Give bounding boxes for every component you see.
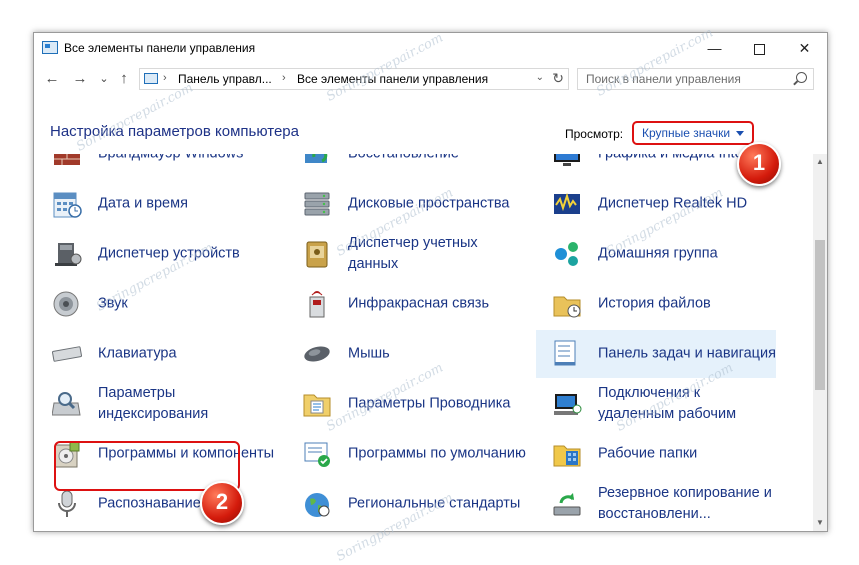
item-mouse[interactable]: Мышь bbox=[286, 330, 526, 378]
maximize-button[interactable] bbox=[737, 33, 782, 63]
item-label: Панель задач и навигация bbox=[598, 345, 776, 362]
item-label: Параметры индексирования bbox=[98, 385, 209, 422]
region-icon bbox=[305, 493, 330, 517]
item-taskbar[interactable]: Панель задач и навигация bbox=[536, 330, 776, 378]
mouse-icon bbox=[304, 346, 330, 362]
item-firewall[interactable]: Брандмауэр Windows bbox=[36, 154, 276, 178]
vertical-scrollbar[interactable]: ▲ ▼ bbox=[813, 154, 827, 531]
item-recovery[interactable]: Восстановление bbox=[286, 154, 526, 178]
device-manager-icon bbox=[55, 243, 82, 266]
sound-icon bbox=[53, 291, 79, 317]
infrared-icon bbox=[309, 291, 325, 318]
item-label: Распознавание речи bbox=[98, 495, 237, 512]
window-title: Все элементы панели управления bbox=[64, 41, 256, 55]
item-label: Резервное копирование и восстановлени... bbox=[598, 485, 772, 522]
item-label: Клавиатура bbox=[98, 345, 177, 362]
step-badge-2: 2 bbox=[200, 481, 244, 525]
forward-button[interactable]: → bbox=[70, 69, 90, 89]
up-button[interactable]: ↑ bbox=[114, 69, 134, 89]
item-label: Восстановление bbox=[348, 154, 526, 165]
firewall-icon bbox=[54, 154, 80, 165]
file-history-icon bbox=[553, 296, 581, 318]
default-programs-icon bbox=[304, 442, 330, 467]
backup-restore-icon bbox=[553, 493, 581, 516]
view-by-value: Крупные значки bbox=[642, 126, 731, 140]
view-by-label: Просмотр: bbox=[565, 127, 624, 141]
date-time-icon bbox=[53, 192, 82, 218]
close-button[interactable]: ✕ bbox=[782, 33, 827, 63]
keyboard-icon bbox=[52, 346, 82, 362]
item-label: Брандмауэр Windows bbox=[98, 154, 276, 165]
item-default-programs[interactable]: Программы по умолчанию bbox=[286, 430, 526, 478]
item-work-folders[interactable]: Рабочие папки bbox=[536, 430, 776, 478]
item-indexing[interactable]: Параметры индексирования bbox=[36, 380, 276, 428]
credential-manager-icon bbox=[306, 241, 328, 268]
remote-desktop-icon bbox=[554, 394, 582, 415]
item-infrared[interactable]: Инфракрасная связь bbox=[286, 280, 526, 328]
scroll-up-button[interactable]: ▲ bbox=[813, 154, 827, 170]
work-folders-icon bbox=[553, 445, 581, 467]
explorer-options-icon bbox=[303, 394, 331, 417]
view-by-dropdown[interactable]: Крупные значки bbox=[632, 121, 755, 145]
item-label: Инфракрасная связь bbox=[348, 295, 490, 312]
intel-graphics-icon bbox=[554, 154, 580, 166]
maximize-icon bbox=[754, 43, 765, 55]
item-label: Рабочие папки bbox=[598, 445, 698, 462]
refresh-button[interactable]: ↻ bbox=[552, 70, 564, 87]
step-badge-1: 1 bbox=[737, 142, 781, 186]
back-button[interactable]: ← bbox=[42, 69, 62, 89]
recovery-icon bbox=[305, 154, 328, 163]
item-keyboard[interactable]: Клавиатура bbox=[36, 330, 276, 378]
search-icon[interactable] bbox=[796, 72, 807, 83]
indexing-icon bbox=[52, 392, 81, 416]
item-sound[interactable]: Звук bbox=[36, 280, 276, 328]
item-label: История файлов bbox=[598, 295, 711, 312]
address-dropdown-button[interactable]: ⌄ bbox=[536, 72, 544, 83]
control-panel-icon bbox=[42, 41, 58, 54]
item-backup-restore[interactable]: Резервное копирование и восстановлени... bbox=[536, 480, 776, 528]
item-label: Программы по умолчанию bbox=[348, 445, 526, 462]
item-date-time[interactable]: Дата и время bbox=[36, 180, 276, 228]
item-credential-manager[interactable]: Диспетчер учетных данных bbox=[286, 230, 526, 278]
item-homegroup[interactable]: Домашняя группа bbox=[536, 230, 776, 278]
navigation-bar: ← → ⌄ ↑ › Панель управл... › Все элемент… bbox=[34, 63, 827, 96]
storage-spaces-icon bbox=[304, 192, 330, 216]
realtek-icon bbox=[554, 192, 580, 214]
scroll-down-button[interactable]: ▼ bbox=[813, 515, 827, 531]
item-file-history[interactable]: История файлов bbox=[536, 280, 776, 328]
breadcrumb-separator: › bbox=[282, 72, 286, 84]
address-control-panel-icon bbox=[144, 73, 158, 84]
breadcrumb-all-items[interactable]: Все элементы панели управления bbox=[297, 72, 488, 86]
scrollbar-thumb[interactable] bbox=[815, 240, 825, 390]
breadcrumb-control-panel[interactable]: Панель управл... bbox=[178, 72, 272, 86]
recent-locations-button[interactable]: ⌄ bbox=[94, 69, 114, 89]
speech-recognition-icon bbox=[58, 490, 76, 517]
homegroup-icon bbox=[555, 242, 578, 266]
item-label: Дата и время bbox=[98, 195, 188, 212]
chevron-down-icon bbox=[736, 131, 745, 137]
taskbar-icon bbox=[554, 340, 576, 366]
breadcrumb-separator: › bbox=[163, 72, 167, 84]
